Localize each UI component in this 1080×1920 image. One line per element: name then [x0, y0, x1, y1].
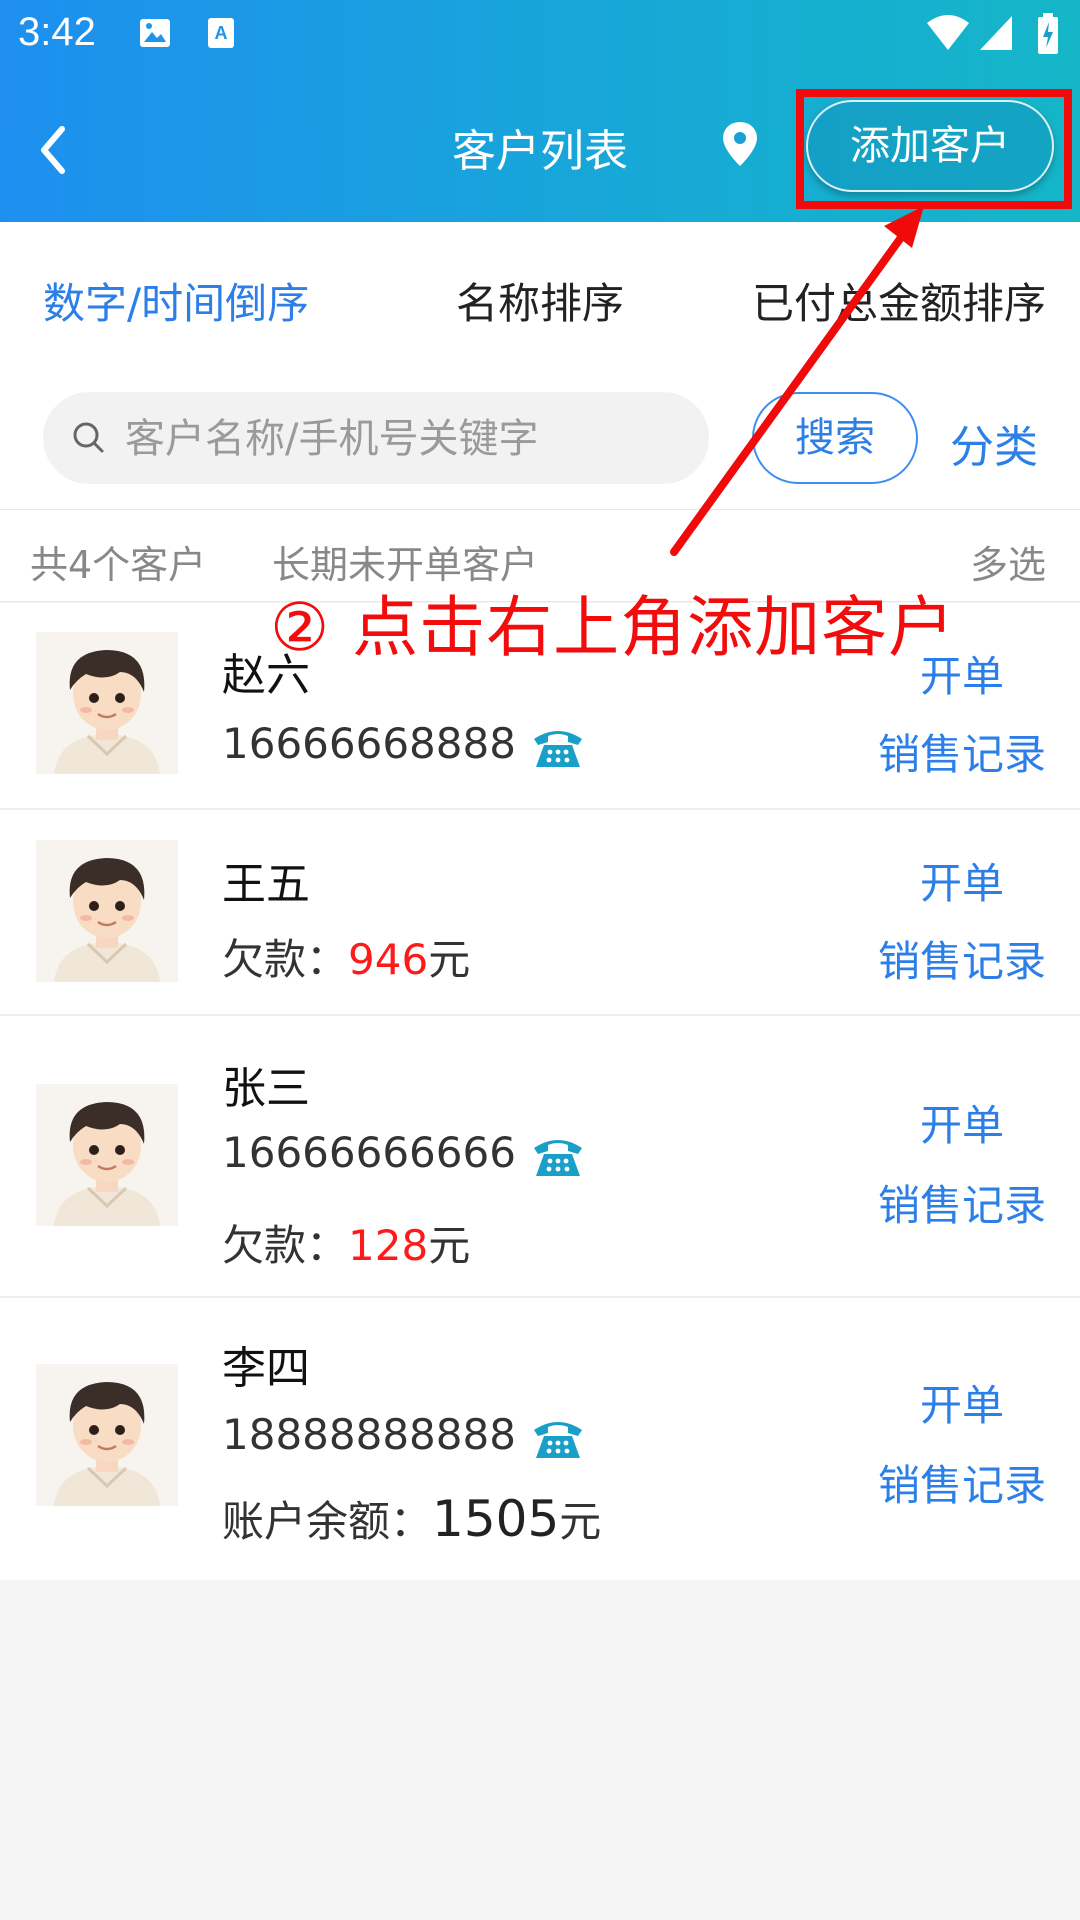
open-order-button[interactable]: 开单: [920, 850, 1004, 911]
phone-icon[interactable]: [530, 725, 586, 769]
sales-records-button[interactable]: 销售记录: [878, 1172, 1046, 1233]
open-order-button[interactable]: 开单: [920, 1372, 1004, 1433]
signal-icon: [980, 16, 1012, 50]
page-title: 客户列表: [452, 126, 628, 177]
wifi-icon: [927, 15, 969, 50]
customer-count: 共4个客户: [30, 543, 207, 587]
phone-icon[interactable]: [530, 1416, 586, 1460]
search-bar: 搜索 分类: [0, 377, 1080, 509]
customer-row-lisi[interactable]: 李四 18888888888 账户余额：1505元 开单 销售记录: [0, 1298, 1080, 1580]
customer-row-zhangsan[interactable]: 张三 16666666666 欠款：128元 开单 销售记录: [0, 1016, 1080, 1298]
search-box: [43, 392, 709, 486]
customer-phone[interactable]: 16666666666: [222, 1128, 586, 1178]
tab-time-desc[interactable]: 数字/时间倒序: [43, 270, 309, 331]
customer-debt: 欠款：128元: [222, 1212, 470, 1273]
phone-number: 18888888888: [222, 1410, 516, 1459]
balance-label: 账户余额：: [222, 1497, 433, 1546]
customer-debt: 欠款：946元: [222, 926, 470, 987]
status-time: 3:42: [18, 10, 96, 54]
customer-row-wangwu[interactable]: 王五 欠款：946元 开单 销售记录: [0, 810, 1080, 1016]
status-bar: 3:42 A: [0, 0, 1080, 75]
currency-unit: 元: [428, 1221, 471, 1270]
text-a-icon: A: [208, 18, 234, 48]
phone-icon[interactable]: [530, 1134, 586, 1178]
svg-text:A: A: [215, 23, 228, 43]
customer-phone[interactable]: 16666668888: [222, 719, 586, 769]
customer-name: 李四: [222, 1343, 310, 1394]
customer-phone[interactable]: 18888888888: [222, 1410, 586, 1460]
debt-value: 128: [348, 1221, 429, 1270]
sales-records-button[interactable]: 销售记录: [878, 928, 1046, 989]
avatar: [36, 840, 178, 982]
search-input[interactable]: [123, 392, 697, 486]
avatar: [36, 1364, 178, 1506]
annotation-highlight-box: [796, 89, 1072, 209]
debt-label: 欠款：: [222, 935, 349, 984]
back-icon[interactable]: [28, 115, 84, 185]
tab-paid-total-sort[interactable]: 已付总金额排序: [752, 270, 1046, 331]
phone-number: 16666666666: [222, 1128, 516, 1177]
currency-unit: 元: [428, 935, 471, 984]
open-order-button[interactable]: 开单: [920, 1092, 1004, 1153]
debt-label: 欠款：: [222, 1221, 349, 1270]
annotation-text: ② 点击右上角添加客户: [270, 589, 956, 666]
tab-name-sort[interactable]: 名称排序: [456, 270, 624, 331]
customer-name: 王五: [222, 859, 310, 910]
search-icon: [73, 422, 104, 453]
category-button[interactable]: 分类: [950, 411, 1038, 475]
avatar: [36, 1084, 178, 1226]
multi-select-button[interactable]: 多选: [970, 534, 1046, 589]
currency-unit: 元: [559, 1497, 602, 1546]
search-button[interactable]: 搜索: [752, 392, 918, 484]
image-icon: [140, 19, 170, 47]
customer-name: 张三: [222, 1063, 310, 1114]
balance-value: 1505: [432, 1490, 560, 1548]
debt-value: 946: [348, 935, 429, 984]
sales-records-button[interactable]: 销售记录: [878, 721, 1046, 782]
sort-tabs: 数字/时间倒序 名称排序 已付总金额排序: [0, 222, 1080, 377]
sales-records-button[interactable]: 销售记录: [878, 1452, 1046, 1513]
avatar: [36, 632, 178, 774]
customer-balance: 账户余额：1505元: [222, 1488, 601, 1549]
location-pin-icon[interactable]: [720, 120, 760, 170]
battery-charging-icon: [1038, 13, 1058, 54]
phone-number: 16666668888: [222, 719, 516, 768]
